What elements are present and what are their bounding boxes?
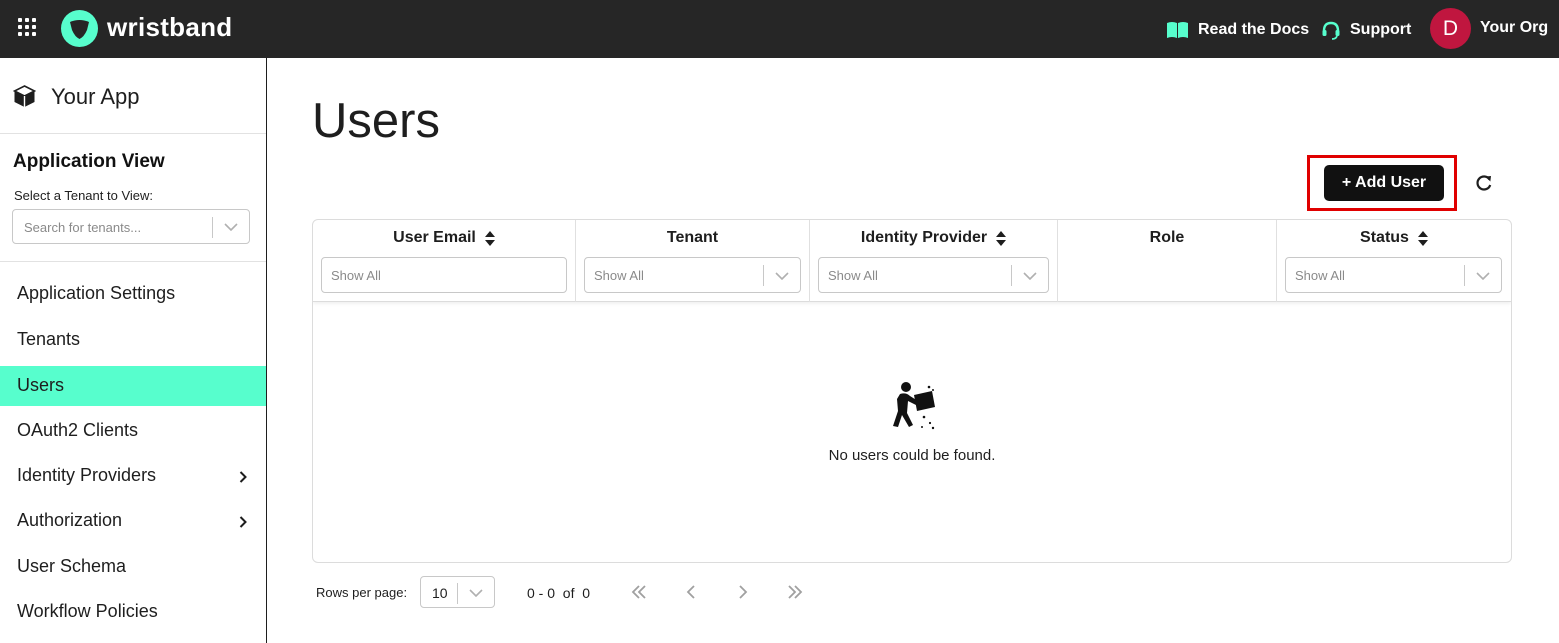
empty-state-message: No users could be found. (828, 447, 996, 464)
org-name[interactable]: Your Org (1480, 19, 1548, 37)
filter-placeholder: Show All (594, 268, 644, 283)
chevron-down-icon[interactable] (469, 589, 483, 597)
sort-icon[interactable] (996, 230, 1007, 246)
chevron-down-icon[interactable] (1476, 272, 1490, 280)
application-view-section: Application View Select a Tenant to View… (0, 134, 266, 262)
rows-per-page-value: 10 (432, 585, 448, 601)
sidebar-item-application-settings[interactable]: Application Settings (0, 274, 266, 314)
previous-page-icon[interactable] (682, 583, 700, 601)
rows-per-page-label: Rows per page: (316, 585, 408, 600)
column-header-tenant: Tenant (576, 229, 809, 247)
select-divider (1464, 265, 1465, 286)
column-header-user-email[interactable]: User Email (313, 229, 575, 247)
sidebar-item-label: Authorization (17, 510, 123, 530)
add-user-button[interactable]: + Add User (1324, 165, 1444, 201)
apps-grid-icon[interactable] (18, 18, 36, 36)
sort-icon[interactable] (484, 230, 495, 246)
app-name: Your App (51, 84, 140, 109)
top-bar: wristband Read the Docs Support D Your O… (0, 0, 1559, 58)
column-user-email: User Email Show All (313, 220, 576, 302)
column-identity-provider: Identity Provider Show All (810, 220, 1058, 302)
sidebar: Your App Application View Select a Tenan… (0, 58, 267, 643)
book-icon (1167, 22, 1188, 38)
sidebar-item-label: Users (17, 375, 65, 395)
tenant-search-select[interactable]: Search for tenants... (12, 209, 250, 244)
read-the-docs-label: Read the Docs (1198, 21, 1310, 38)
first-page-icon[interactable] (630, 583, 648, 601)
sort-icon[interactable] (1417, 230, 1428, 246)
column-status: Status Show All (1277, 220, 1511, 302)
column-header-identity-provider[interactable]: Identity Provider (810, 229, 1057, 247)
sidebar-item-label: User Schema (17, 556, 127, 576)
select-divider (457, 583, 458, 604)
filter-placeholder: Show All (331, 268, 381, 283)
column-label: Tenant (666, 229, 719, 246)
sidebar-item-label: Workflow Policies (17, 601, 158, 621)
chevron-down-icon[interactable] (224, 223, 238, 231)
select-divider (763, 265, 764, 286)
column-tenant: Tenant Show All (576, 220, 810, 302)
tenant-select-label: Select a Tenant to View: (14, 188, 154, 203)
status-filter-select[interactable]: Show All (1285, 257, 1502, 293)
sidebar-item-tenants[interactable]: Tenants (0, 320, 266, 360)
sidebar-item-label: OAuth2 Clients (17, 420, 139, 440)
user-email-filter-input[interactable]: Show All (321, 257, 567, 293)
filter-placeholder: Show All (828, 268, 878, 283)
rows-per-page-select[interactable]: 10 (420, 576, 495, 608)
sidebar-item-workflow-policies[interactable]: Workflow Policies (0, 592, 266, 632)
person-pushing-board-icon (893, 382, 935, 430)
sidebar-item-user-schema[interactable]: User Schema (0, 547, 266, 587)
page-title: Users (312, 94, 440, 148)
identity-provider-filter-select[interactable]: Show All (818, 257, 1049, 293)
next-page-icon[interactable] (734, 583, 752, 601)
page-range: 0 - 0 of 0 (527, 585, 591, 601)
read-the-docs-link[interactable]: Read the Docs (1166, 19, 1309, 41)
filter-placeholder: Show All (1295, 268, 1345, 283)
app-header: Your App (0, 58, 266, 134)
sidebar-item-label: Tenants (17, 329, 81, 349)
support-link[interactable]: Support (1321, 19, 1411, 41)
cube-icon (13, 85, 36, 107)
refresh-icon[interactable] (1474, 173, 1494, 193)
column-header-status[interactable]: Status (1277, 229, 1511, 247)
last-page-icon[interactable] (786, 583, 804, 601)
tenant-search-placeholder: Search for tenants... (24, 220, 142, 235)
users-table: User Email Show All Tenant Show All Iden… (312, 219, 1512, 563)
wristband-logo-icon[interactable] (61, 10, 98, 47)
column-header-role: Role (1058, 229, 1276, 247)
sidebar-item-identity-providers[interactable]: Identity Providers (0, 456, 266, 496)
column-label: Role (1149, 229, 1185, 246)
sidebar-item-authorization[interactable]: Authorization (0, 501, 266, 541)
column-label: Status (1360, 229, 1409, 246)
column-role: Role (1058, 220, 1277, 302)
sidebar-item-oauth2-clients[interactable]: OAuth2 Clients (0, 411, 266, 451)
application-view-title: Application View (13, 151, 165, 172)
chevron-down-icon[interactable] (1023, 272, 1037, 280)
headset-icon (1322, 21, 1340, 40)
tenant-filter-select[interactable]: Show All (584, 257, 801, 293)
support-label: Support (1350, 21, 1412, 38)
chevron-down-icon[interactable] (775, 272, 789, 280)
column-label: User Email (393, 229, 476, 246)
chevron-right-icon (239, 471, 247, 483)
select-divider (212, 217, 213, 238)
sidebar-item-label: Application Settings (17, 283, 176, 303)
column-label: Identity Provider (860, 229, 988, 246)
table-header: User Email Show All Tenant Show All Iden… (313, 220, 1511, 302)
chevron-right-icon (239, 516, 247, 528)
brand-name[interactable]: wristband (107, 12, 233, 43)
select-divider (1011, 265, 1012, 286)
org-avatar[interactable]: D (1430, 8, 1471, 49)
sidebar-item-label: Identity Providers (17, 465, 157, 485)
sidebar-item-users[interactable]: Users (0, 366, 266, 406)
